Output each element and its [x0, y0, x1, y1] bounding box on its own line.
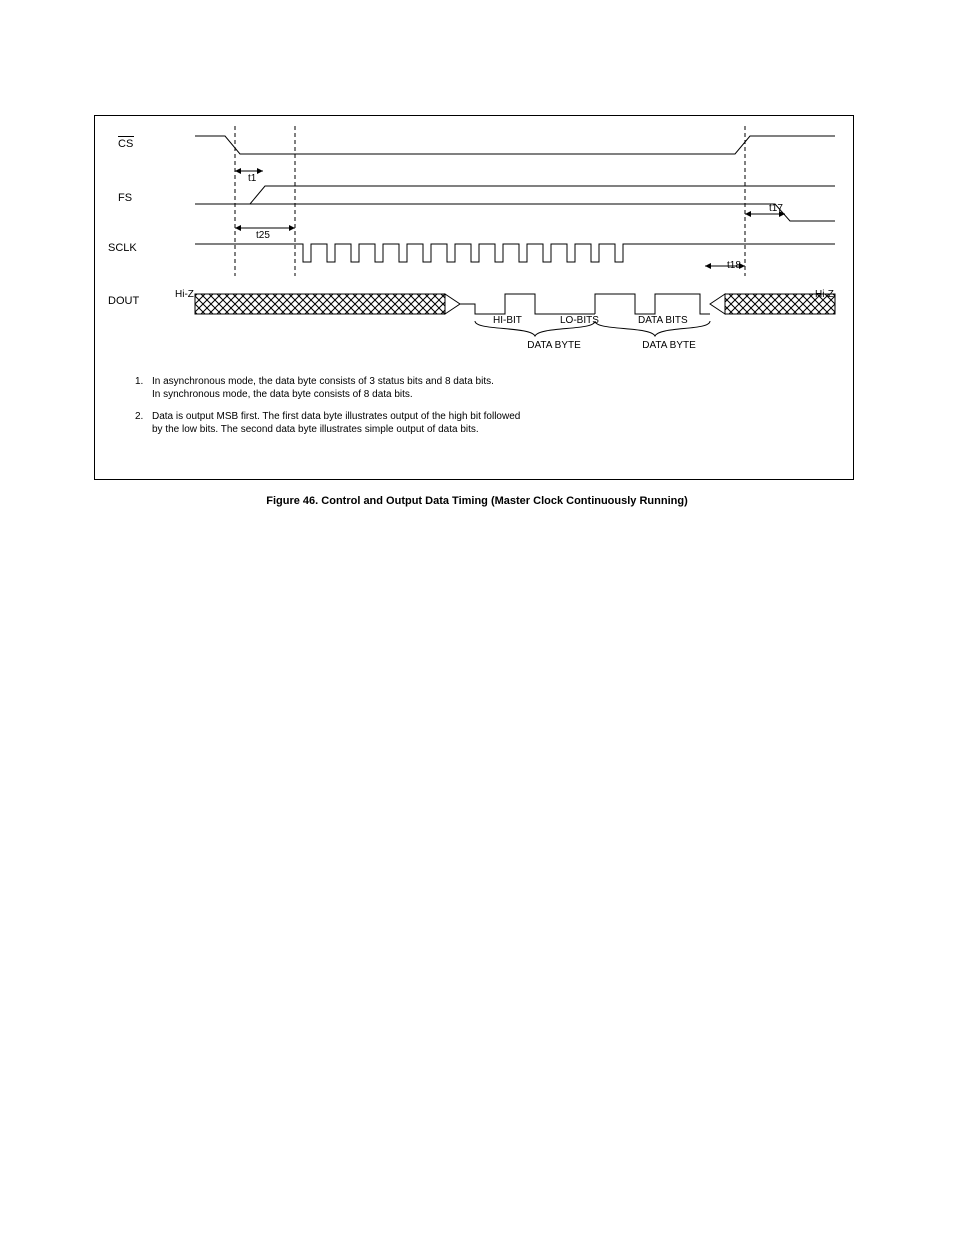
- figure-caption: Figure 46. Control and Output Data Timin…: [0, 495, 954, 507]
- timing-diagram: [95, 116, 853, 479]
- figure-frame: [94, 115, 854, 480]
